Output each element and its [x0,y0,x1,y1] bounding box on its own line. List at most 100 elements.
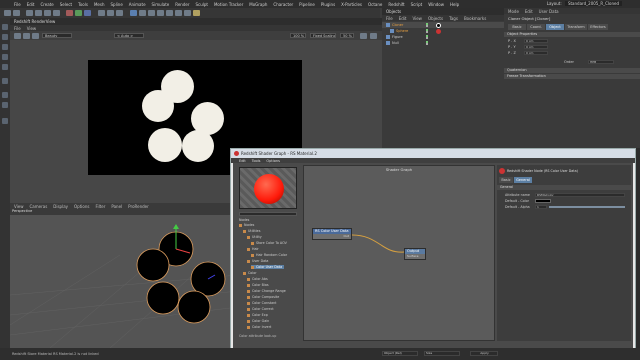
menu-item[interactable]: Spline [110,2,122,7]
perspective-viewport[interactable] [10,215,238,348]
zoom-field[interactable]: 100 % [290,33,306,38]
default-alpha-field[interactable]: 1 [535,205,547,209]
render-view-menu-file[interactable]: File [14,26,21,31]
floor-icon[interactable] [175,10,182,16]
menu-item[interactable]: X-Particles [341,2,362,7]
move-icon[interactable] [35,10,42,16]
y-axis-icon[interactable] [75,10,82,16]
menu-item[interactable]: Create [40,2,53,7]
node-output[interactable]: Output Surface [404,248,426,260]
sg-menu-options[interactable]: Options [266,159,280,163]
object-menu-item[interactable]: Objects [428,16,443,21]
material-tag-icon[interactable] [436,28,441,34]
render-settings-icon[interactable] [116,10,123,16]
render-view-menu-view[interactable]: View [27,26,37,31]
render-icon[interactable] [107,10,114,16]
menu-item[interactable]: Script [411,2,423,7]
play-icon[interactable] [14,33,21,39]
viewport-menu-item[interactable]: Filter [95,204,105,209]
viewport-menu-item[interactable]: View [14,204,24,209]
stop-icon[interactable] [23,33,30,39]
camera-icon[interactable] [184,10,191,16]
attribute-name-field[interactable]: RSMGColor [535,193,625,197]
menu-item[interactable]: MoGraph [249,2,267,7]
tab-basic[interactable]: Basic [508,24,526,30]
attribute-menu-item[interactable]: Mode [508,9,519,14]
lock-icon[interactable] [2,118,8,124]
scale-icon[interactable] [44,10,51,16]
pen-icon[interactable] [139,10,146,16]
texture-mode-icon[interactable] [2,34,8,40]
default-alpha-slider[interactable] [549,206,625,208]
edges-mode-icon[interactable] [2,54,8,60]
node-tree-item[interactable]: Color [243,271,257,275]
menu-item[interactable]: Mesh [94,2,105,7]
menu-item[interactable]: Octane [368,2,382,7]
node-tree-item[interactable]: Color Invert [247,325,271,329]
shader-graph-canvas[interactable]: Shader Graph RS Color User Data Out Outp… [303,165,495,341]
order-dropdown[interactable]: HPB [588,60,614,64]
subdivision-icon[interactable] [148,10,155,16]
snap-icon[interactable] [2,92,8,98]
object-menu-item[interactable]: File [386,16,393,21]
visibility-dots[interactable] [426,41,432,45]
save-icon[interactable] [32,33,39,39]
tab-effectors[interactable]: Effectors [588,24,608,30]
attribute-menu-item[interactable]: Edit [525,9,533,14]
node-tree-item[interactable]: Color Bias [247,283,269,287]
workplane-icon[interactable] [2,102,8,108]
menu-item[interactable]: Motion Tracker [214,2,243,7]
menu-item[interactable]: Select [60,2,72,7]
viewport-menu-item[interactable]: Display [53,204,68,209]
x-axis-icon[interactable] [66,10,73,16]
object-menu-item[interactable]: Edit [399,16,407,21]
node-tree-item[interactable]: User Data [247,259,268,263]
viewport-menu-item[interactable]: Options [74,204,89,209]
visibility-dots[interactable] [426,23,432,27]
node-tree-item[interactable]: Utilities [243,229,260,233]
attribute-row-value[interactable]: 0 cm [524,39,548,43]
object-menu-item[interactable]: Tags [449,16,458,21]
node-tree-item[interactable]: Hair Random Color [251,253,287,257]
default-color-swatch[interactable] [535,199,551,203]
lock-render-icon[interactable] [360,33,367,39]
node-tree-item[interactable]: Nodes [239,223,254,227]
node-color-user-data[interactable]: RS Color User Data Out [312,228,352,240]
section-quaternion[interactable]: Quaternion [504,68,640,73]
tab-transform[interactable]: Transform [565,24,587,30]
attribute-row-value[interactable]: 0 cm [524,45,548,49]
node-tree-item[interactable]: Color Gain [247,319,269,323]
visibility-dots[interactable] [426,35,432,39]
cloner-icon[interactable] [157,10,164,16]
node-tree-item[interactable]: Color Exp [247,313,268,317]
sg-menu-edit[interactable]: Edit [239,159,246,163]
rotate-icon[interactable] [53,10,60,16]
settings-icon[interactable] [370,33,377,39]
size-dropdown[interactable]: Size [424,351,460,356]
menu-item[interactable]: Sculpt [195,2,208,7]
undo-icon[interactable] [4,10,11,16]
polygons-mode-icon[interactable] [2,64,8,70]
node-tree-item[interactable]: Color Constant [247,301,276,305]
coord-mode-dropdown[interactable]: Object (Rel) [382,351,418,356]
node-tree-item[interactable]: Utility [247,235,262,239]
tab-node-basic[interactable]: Basic [499,177,513,183]
viewport-menu-item[interactable]: Panel [111,204,122,209]
layout-selector[interactable]: Layout: Standard_2005_R_Cloned [547,0,622,8]
menu-item[interactable]: Redshift [388,2,404,7]
scaling-dropdown[interactable]: Fixed Scaling [310,33,336,38]
node-tree-item[interactable]: Color Correct [247,307,274,311]
attribute-row-value[interactable]: 0 cm [524,51,548,55]
menu-item[interactable]: Help [450,2,459,7]
menu-item[interactable]: File [14,2,21,7]
viewport-menu-item[interactable]: Cameras [30,204,48,209]
node-surface-port[interactable]: Surface [405,254,425,258]
node-tree-item[interactable]: Hair [247,247,259,251]
visibility-dots[interactable] [426,29,432,33]
node-out-port[interactable]: Out [313,234,351,238]
points-mode-icon[interactable] [2,44,8,50]
node-tree-item[interactable]: Color Change Range [247,289,286,293]
node-search-bar[interactable] [239,212,297,216]
node-tree-item[interactable]: Color Composite [247,295,279,299]
model-mode-icon[interactable] [2,24,8,30]
